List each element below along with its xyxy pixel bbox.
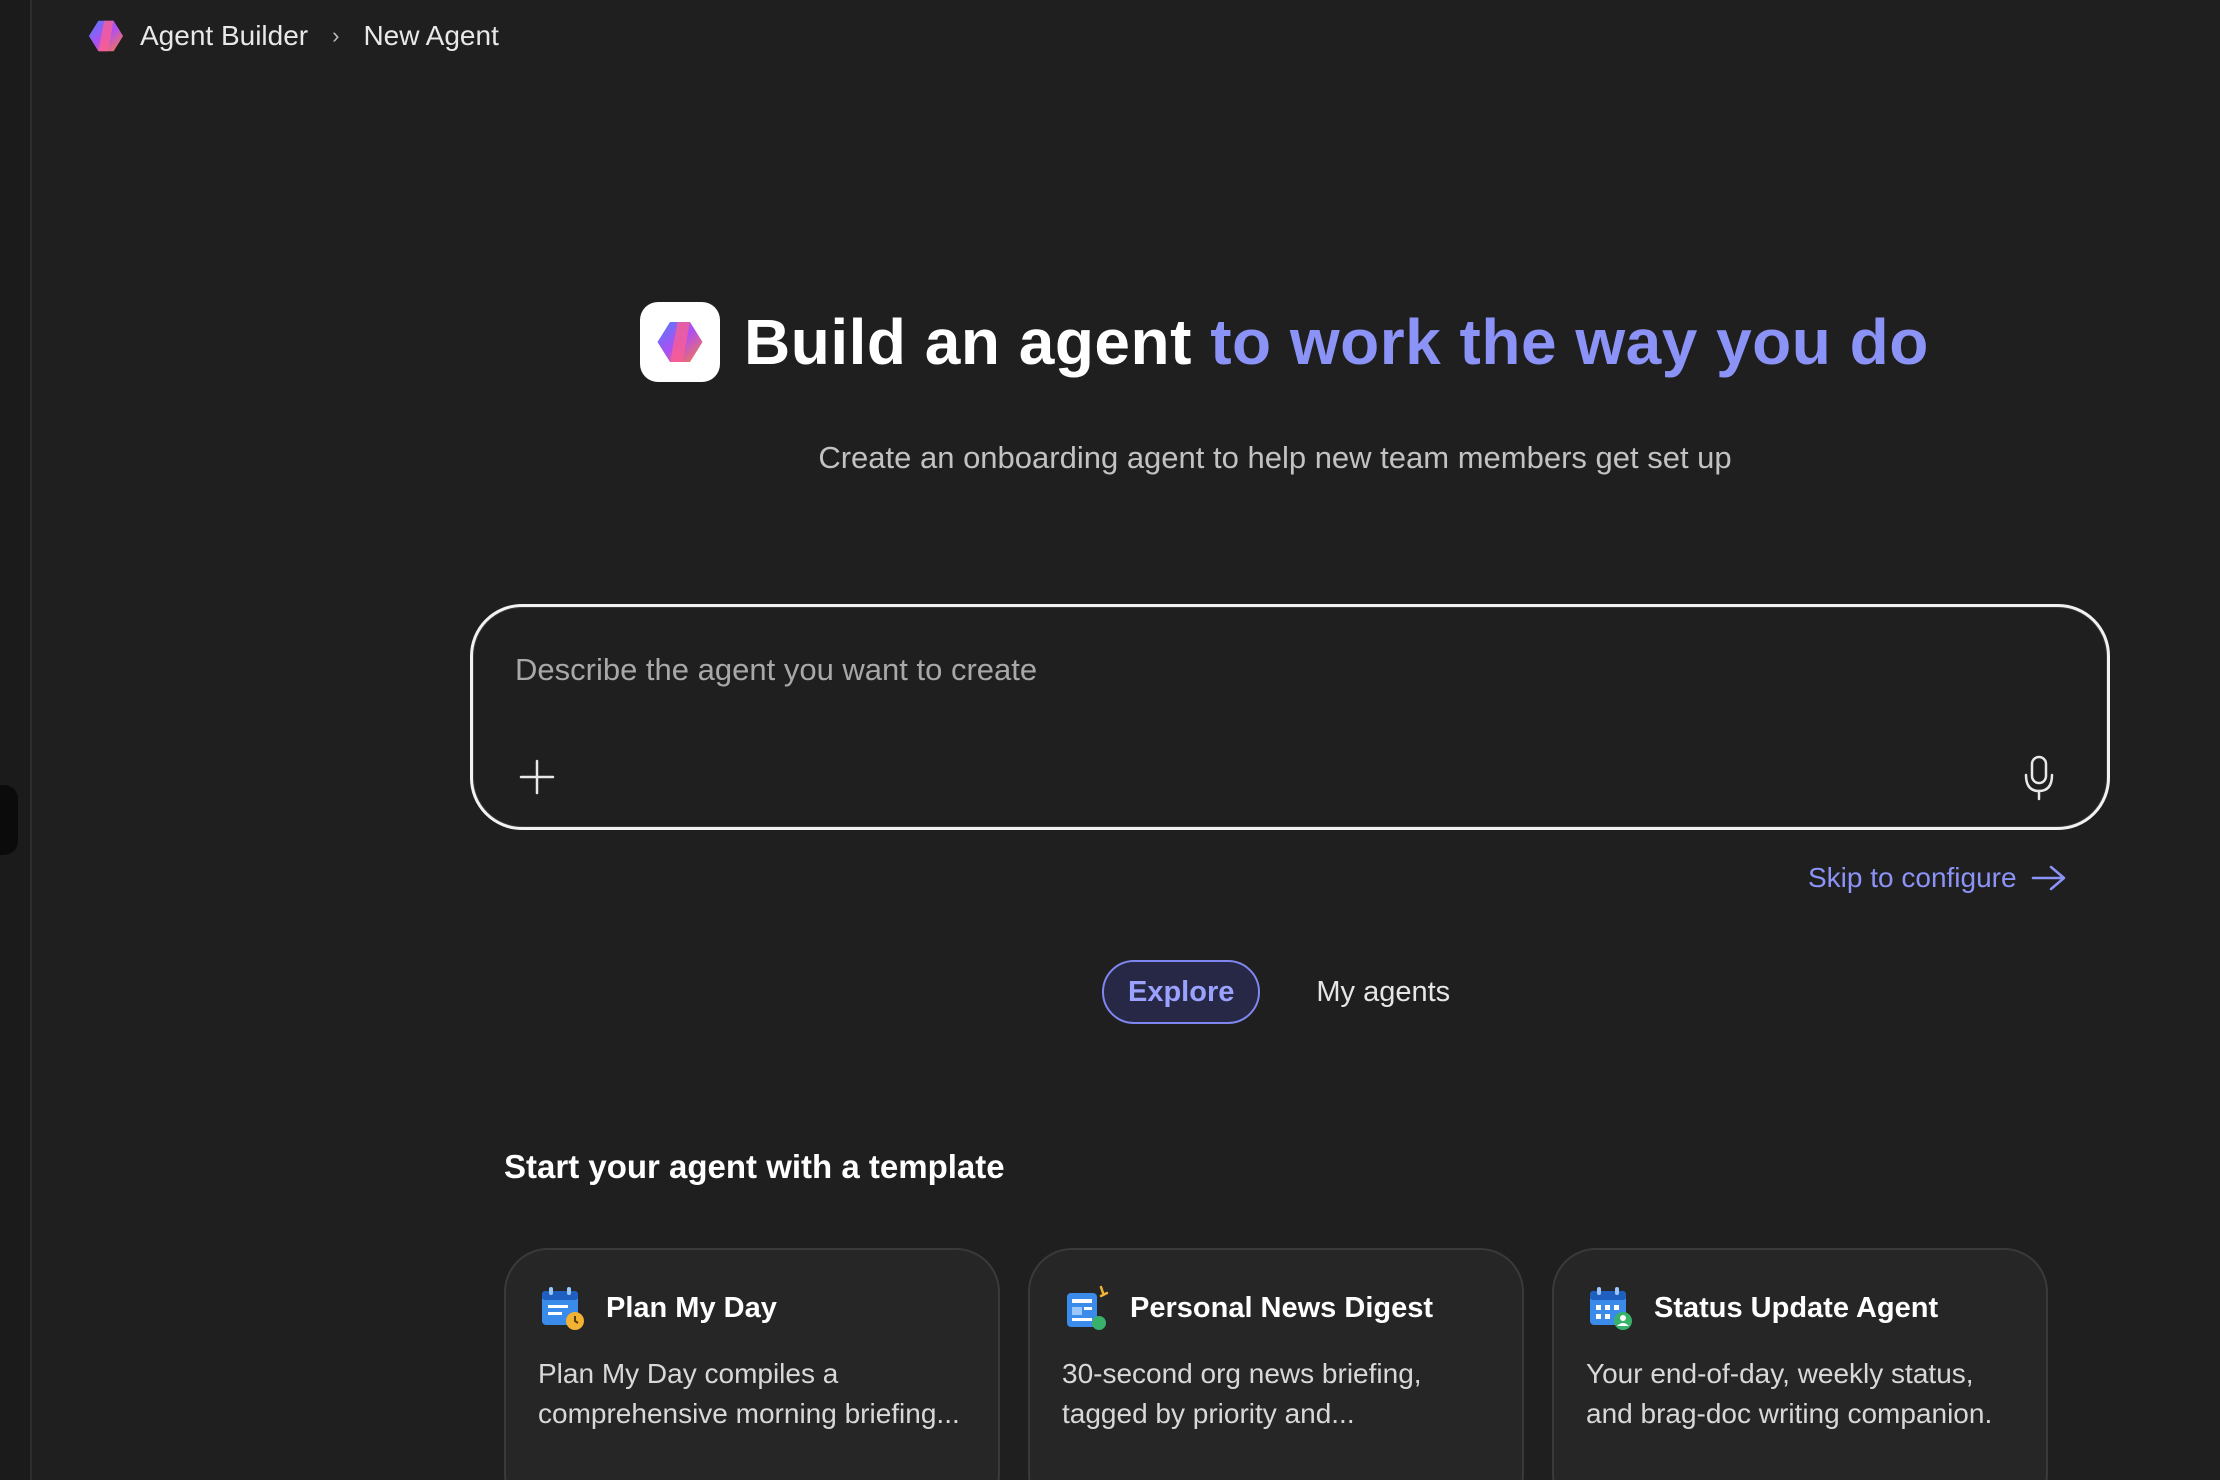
- card-description: 30-second org news briefing, tagged by p…: [1062, 1358, 1422, 1429]
- card-title: Personal News Digest: [1130, 1291, 1433, 1324]
- template-card-personal-news-digest[interactable]: Personal News Digest 30-second org news …: [1028, 1248, 1524, 1480]
- tab-explore[interactable]: Explore: [1102, 960, 1261, 1024]
- arrow-right-icon: [2031, 865, 2065, 891]
- microphone-button[interactable]: [2017, 753, 2061, 803]
- card-description: Your end-of-day, weekly status, and brag…: [1586, 1358, 1993, 1429]
- copilot-logo-icon: [86, 16, 126, 56]
- card-title: Plan My Day: [606, 1291, 777, 1324]
- chevron-right-icon: ›: [332, 23, 340, 48]
- skip-to-configure-link[interactable]: Skip to configure: [1808, 862, 2067, 894]
- add-attachment-button[interactable]: [515, 755, 559, 799]
- page-subtitle: Create an onboarding agent to help new t…: [818, 440, 1732, 475]
- title-accent: to work the way you do: [1210, 306, 1929, 378]
- calendar-clock-icon: [538, 1284, 586, 1332]
- template-cards: Plan My Day Plan My Day compiles a compr…: [504, 1248, 2048, 1480]
- card-description: Plan My Day compiles a comprehensive mor…: [538, 1358, 960, 1429]
- newspaper-icon: [1062, 1284, 1110, 1332]
- agent-builder-app: Agent Builder › New Agent Build an agent…: [0, 0, 2220, 1480]
- hero: Build an agent to work the way you do: [640, 300, 1929, 384]
- page-title: Build an agent to work the way you do: [744, 305, 1929, 379]
- breadcrumb-current: New Agent: [363, 20, 499, 51]
- tab-bar: Explore My agents: [1102, 960, 1474, 1024]
- calendar-person-icon: [1586, 1284, 1634, 1332]
- breadcrumb-app-link[interactable]: Agent Builder: [140, 20, 308, 52]
- breadcrumb: Agent Builder › New Agent: [86, 14, 499, 58]
- template-card-status-update-agent[interactable]: Status Update Agent Your end-of-day, wee…: [1552, 1248, 2048, 1480]
- plus-icon: [519, 759, 555, 795]
- template-card-plan-my-day[interactable]: Plan My Day Plan My Day compiles a compr…: [504, 1248, 1000, 1480]
- microphone-icon: [2024, 755, 2054, 801]
- tab-my-agents[interactable]: My agents: [1292, 960, 1474, 1024]
- copilot-logo-icon: [640, 302, 720, 382]
- skip-label: Skip to configure: [1808, 862, 2017, 893]
- rail-resize-handle[interactable]: [0, 785, 18, 855]
- section-title: Start your agent with a template: [504, 1148, 1005, 1185]
- left-rail: [0, 0, 32, 1480]
- agent-prompt-box: [470, 604, 2110, 830]
- agent-description-input[interactable]: [513, 643, 2017, 697]
- title-prefix: Build an agent: [744, 306, 1192, 378]
- card-title: Status Update Agent: [1654, 1291, 1939, 1324]
